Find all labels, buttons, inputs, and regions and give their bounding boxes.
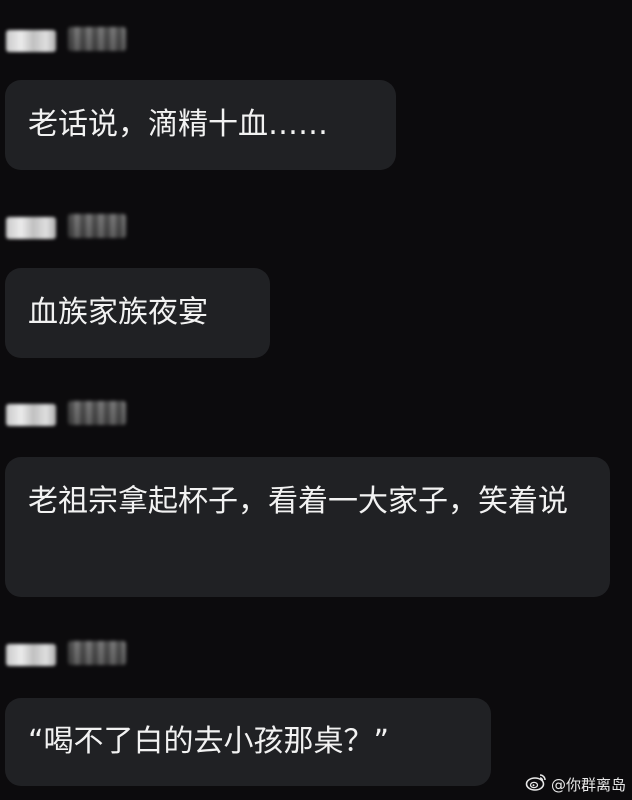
sender-redacted xyxy=(6,638,126,668)
sender-meta-blurred xyxy=(68,401,126,425)
message-bubble[interactable]: 血族家族夜宴 xyxy=(5,268,270,358)
sender-redacted xyxy=(6,24,126,54)
sender-name-blurred xyxy=(6,30,56,52)
message-text: “喝不了白的去小孩那桌？” xyxy=(28,724,390,759)
message-text: 老祖宗拿起杯子，看着一大家子，笑着说 xyxy=(28,484,568,519)
message-text: 老话说，滴精十血…… xyxy=(28,107,328,142)
sender-name-blurred xyxy=(6,217,56,239)
sender-name-blurred xyxy=(6,404,56,426)
watermark: @你群离岛 xyxy=(525,772,626,796)
message-text: 血族家族夜宴 xyxy=(28,295,208,330)
sender-redacted xyxy=(6,211,126,241)
message-bubble[interactable]: “喝不了白的去小孩那桌？” xyxy=(5,698,491,786)
weibo-icon xyxy=(525,772,547,796)
sender-meta-blurred xyxy=(68,27,126,51)
sender-meta-blurred xyxy=(68,214,126,238)
sender-redacted xyxy=(6,398,126,428)
message-bubble[interactable]: 老话说，滴精十血…… xyxy=(5,80,396,170)
sender-meta-blurred xyxy=(68,641,126,665)
message-bubble[interactable]: 老祖宗拿起杯子，看着一大家子，笑着说 xyxy=(5,457,610,597)
watermark-text: @你群离岛 xyxy=(550,775,626,794)
sender-name-blurred xyxy=(6,644,56,666)
